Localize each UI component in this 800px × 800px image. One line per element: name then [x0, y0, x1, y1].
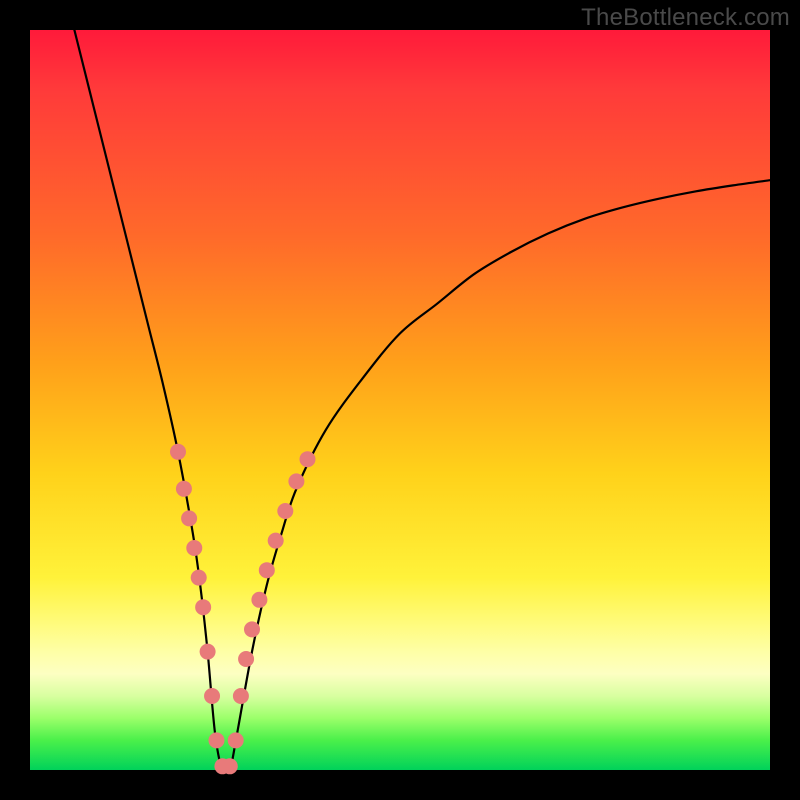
data-marker: [228, 732, 244, 748]
data-marker: [238, 651, 254, 667]
data-marker: [251, 592, 267, 608]
bottleneck-curve: [74, 30, 770, 775]
data-marker: [268, 533, 284, 549]
data-marker: [170, 444, 186, 460]
data-marker: [191, 570, 207, 586]
plot-area: [30, 30, 770, 770]
data-marker: [181, 510, 197, 526]
data-marker: [244, 621, 260, 637]
data-marker: [300, 451, 316, 467]
data-marker: [204, 688, 220, 704]
data-marker: [195, 599, 211, 615]
data-marker: [288, 473, 304, 489]
data-marker: [176, 481, 192, 497]
data-marker: [200, 644, 216, 660]
watermark-text: TheBottleneck.com: [581, 4, 790, 32]
chart-svg: [30, 30, 770, 770]
data-marker: [208, 732, 224, 748]
chart-frame: TheBottleneck.com: [0, 0, 800, 800]
data-marker: [186, 540, 202, 556]
data-marker: [259, 562, 275, 578]
data-marker: [233, 688, 249, 704]
data-marker: [222, 758, 238, 774]
data-marker: [277, 503, 293, 519]
